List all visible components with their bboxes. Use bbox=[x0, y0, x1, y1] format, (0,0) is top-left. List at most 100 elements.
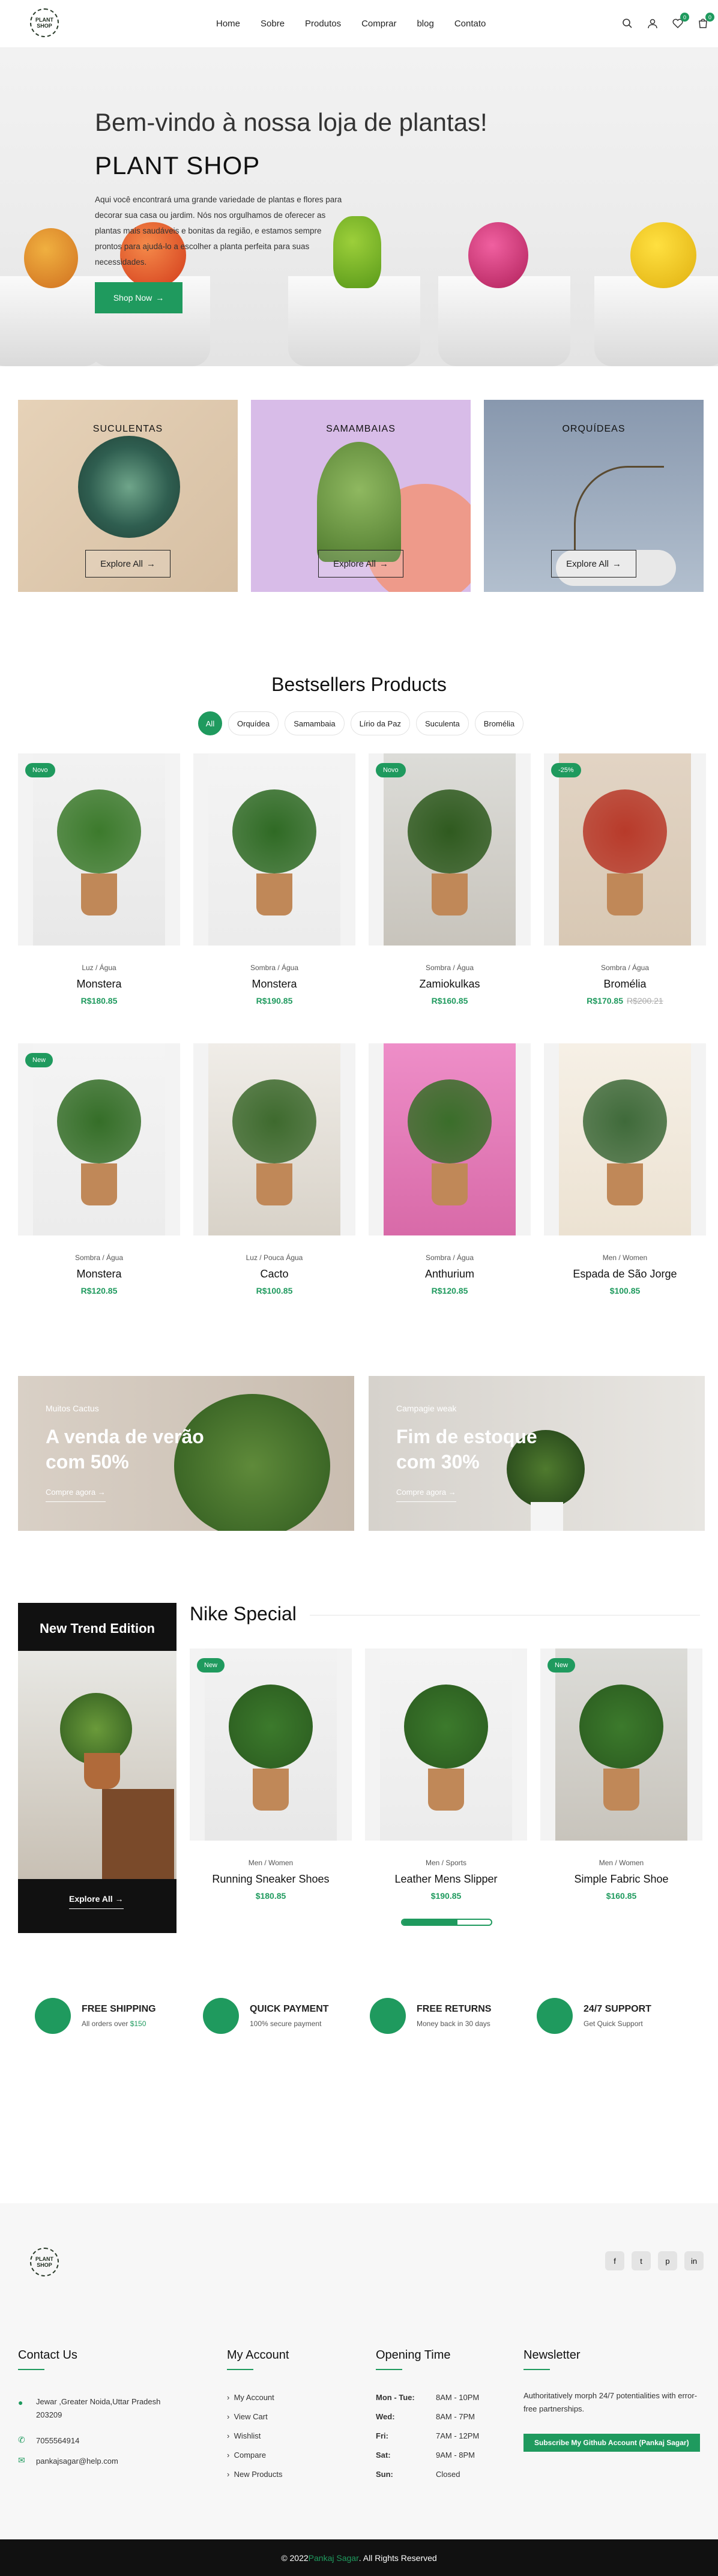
filter-orquidea[interactable]: Orquídea bbox=[228, 711, 279, 735]
newsletter-heading: Newsletter bbox=[523, 2348, 581, 2370]
opening-heading: Opening Time bbox=[376, 2348, 451, 2370]
nav-home[interactable]: Home bbox=[216, 19, 240, 29]
product-category: Luz / Água bbox=[82, 964, 116, 972]
product-card[interactable]: Men / Women Espada de São Jorge $100.85 bbox=[544, 1043, 706, 1296]
banner-subtitle: Campagie weak bbox=[396, 1404, 457, 1413]
footer-link-new-products[interactable]: › New Products bbox=[227, 2470, 283, 2479]
product-tag: -25% bbox=[551, 763, 581, 777]
nav-blog[interactable]: blog bbox=[417, 19, 433, 29]
category-card-suculentas[interactable]: SUCULENTAS Explore All → bbox=[18, 400, 238, 592]
product-image-frame[interactable] bbox=[369, 1043, 531, 1235]
product-name[interactable]: Bromélia bbox=[544, 978, 706, 991]
product-category: Sombra / Água bbox=[425, 964, 474, 972]
filter-samambaia[interactable]: Samambaia bbox=[285, 711, 345, 735]
product-name[interactable]: Cacto bbox=[193, 1268, 355, 1280]
product-name[interactable]: Monstera bbox=[193, 978, 355, 991]
subscribe-button[interactable]: Subscribe My Github Account (Pankaj Saga… bbox=[523, 2434, 700, 2452]
footer-link-compare[interactable]: › Compare bbox=[227, 2451, 266, 2460]
plant-pot-image bbox=[0, 276, 102, 366]
product-price: R$120.85 bbox=[431, 1286, 468, 1296]
filter-suculenta[interactable]: Suculenta bbox=[415, 711, 469, 735]
product-image-frame[interactable]: Novo bbox=[18, 753, 180, 946]
product-image-frame[interactable] bbox=[193, 753, 355, 946]
buy-now-link[interactable]: Compre agora → bbox=[46, 1488, 106, 1502]
pinterest-icon[interactable]: p bbox=[658, 2251, 677, 2270]
product-name[interactable]: Leather Mens Slipper bbox=[365, 1873, 527, 1886]
user-icon[interactable] bbox=[646, 17, 659, 30]
product-card[interactable]: Luz / Pouca Água Cacto R$100.85 bbox=[193, 1043, 355, 1296]
product-card[interactable]: Novo Luz / Água Monstera R$180.85 bbox=[18, 753, 180, 1006]
category-card-samambaias[interactable]: SAMAMBAIAS Explore All → bbox=[251, 400, 471, 592]
contact-phone[interactable]: 7055564914 bbox=[36, 2436, 79, 2445]
product-card[interactable]: New Sombra / Água Monstera R$120.85 bbox=[18, 1043, 180, 1296]
support-icon bbox=[537, 1998, 573, 2034]
nav-comprar[interactable]: Comprar bbox=[361, 19, 396, 29]
chevron-right-icon: › bbox=[227, 2431, 230, 2440]
product-name[interactable]: Running Sneaker Shoes bbox=[190, 1873, 352, 1886]
product-card[interactable]: Sombra / Água Anthurium R$120.85 bbox=[369, 1043, 531, 1296]
product-filters: All Orquídea Samambaia Lírio da Paz Sucu… bbox=[198, 711, 524, 735]
payment-icon bbox=[203, 1998, 239, 2034]
product-card[interactable]: Sombra / Água Monstera R$190.85 bbox=[193, 753, 355, 1006]
product-name[interactable]: Anthurium bbox=[369, 1268, 531, 1280]
product-name[interactable]: Simple Fabric Shoe bbox=[540, 1873, 702, 1886]
product-category: Sombra / Água bbox=[425, 1253, 474, 1262]
product-price: $160.85 bbox=[606, 1891, 637, 1901]
nav-sobre[interactable]: Sobre bbox=[261, 19, 285, 29]
fern-image bbox=[317, 442, 401, 562]
product-image-frame[interactable]: New bbox=[190, 1648, 352, 1841]
nike-product-card[interactable]: Men / Sports Leather Mens Slipper $190.85 bbox=[365, 1648, 527, 1901]
hero-subtitle: PLANT SHOP bbox=[95, 151, 261, 179]
product-category: Men / Women bbox=[248, 1859, 294, 1867]
product-image-frame[interactable]: -25% bbox=[544, 753, 706, 946]
product-image bbox=[208, 1043, 340, 1235]
product-name[interactable]: Monstera bbox=[18, 978, 180, 991]
product-image-frame[interactable]: New bbox=[540, 1648, 702, 1841]
nike-product-card[interactable]: New Men / Women Running Sneaker Shoes $180.… bbox=[190, 1648, 352, 1901]
product-name[interactable]: Espada de São Jorge bbox=[544, 1268, 706, 1280]
cart-icon[interactable]: 0 bbox=[696, 13, 714, 30]
explore-all-button[interactable]: Explore All → bbox=[551, 550, 636, 578]
product-image-frame[interactable] bbox=[544, 1043, 706, 1235]
wishlist-icon[interactable]: 0 bbox=[671, 13, 689, 30]
explore-all-button[interactable]: Explore All → bbox=[318, 550, 403, 578]
twitter-icon[interactable]: t bbox=[632, 2251, 651, 2270]
contact-email[interactable]: pankajsagar@help.com bbox=[36, 2457, 118, 2466]
promo-banner-summer[interactable]: Muitos Cactus A venda de verão com 50% C… bbox=[18, 1376, 354, 1531]
arrow-right-icon: → bbox=[115, 1894, 124, 1904]
trend-edition-panel[interactable]: New Trend Edition Explore All → bbox=[18, 1603, 176, 1933]
product-image-frame[interactable] bbox=[365, 1648, 527, 1841]
product-card[interactable]: Novo Sombra / Água Zamiokulkas R$160.85 bbox=[369, 753, 531, 1006]
filter-bromelia[interactable]: Bromélia bbox=[474, 711, 524, 735]
product-image-frame[interactable] bbox=[193, 1043, 355, 1235]
search-icon[interactable] bbox=[621, 17, 634, 30]
shop-now-button[interactable]: Shop Now → bbox=[95, 282, 183, 313]
footer-link-wishlist[interactable]: › Wishlist bbox=[227, 2431, 261, 2440]
product-image-frame[interactable]: Novo bbox=[369, 753, 531, 946]
main-nav: Home Sobre Produtos Comprar blog Contato bbox=[216, 19, 506, 29]
product-card[interactable]: -25% Sombra / Água Bromélia R$170.85 R$200.2… bbox=[544, 753, 706, 1006]
filter-lirio-da-paz[interactable]: Lírio da Paz bbox=[350, 711, 410, 735]
buy-now-link[interactable]: Compre agora → bbox=[396, 1488, 456, 1502]
product-price: R$170.85 R$200.21 bbox=[587, 996, 663, 1006]
trend-explore-button[interactable]: Explore All → bbox=[69, 1894, 124, 1909]
footer-link-my-account[interactable]: › My Account bbox=[227, 2393, 274, 2402]
footer-link-view-cart[interactable]: › View Cart bbox=[227, 2412, 268, 2421]
author-link[interactable]: Pankaj Sagar bbox=[309, 2553, 359, 2563]
nav-produtos[interactable]: Produtos bbox=[305, 19, 341, 29]
site-logo[interactable]: PLANT SHOP bbox=[30, 8, 59, 37]
product-name[interactable]: Zamiokulkas bbox=[369, 978, 531, 991]
product-name[interactable]: Monstera bbox=[18, 1268, 180, 1280]
footer-logo[interactable]: PLANT SHOP bbox=[30, 2248, 59, 2276]
nike-product-card[interactable]: New Men / Women Simple Fabric Shoe $160.85 bbox=[540, 1648, 702, 1901]
filter-all[interactable]: All bbox=[198, 711, 222, 735]
category-card-orquideas[interactable]: ORQUÍDEAS Explore All → bbox=[484, 400, 704, 592]
explore-all-button[interactable]: Explore All → bbox=[85, 550, 170, 578]
site-header: PLANT SHOP Home Sobre Produtos Comprar b… bbox=[0, 0, 718, 48]
product-image-frame[interactable]: New bbox=[18, 1043, 180, 1235]
nav-contato[interactable]: Contato bbox=[454, 19, 486, 29]
product-image bbox=[205, 1648, 337, 1841]
facebook-icon[interactable]: f bbox=[605, 2251, 624, 2270]
promo-banner-clearance[interactable]: Campagie weak Fim de estoque com 30% Com… bbox=[369, 1376, 705, 1531]
linkedin-icon[interactable]: in bbox=[684, 2251, 704, 2270]
